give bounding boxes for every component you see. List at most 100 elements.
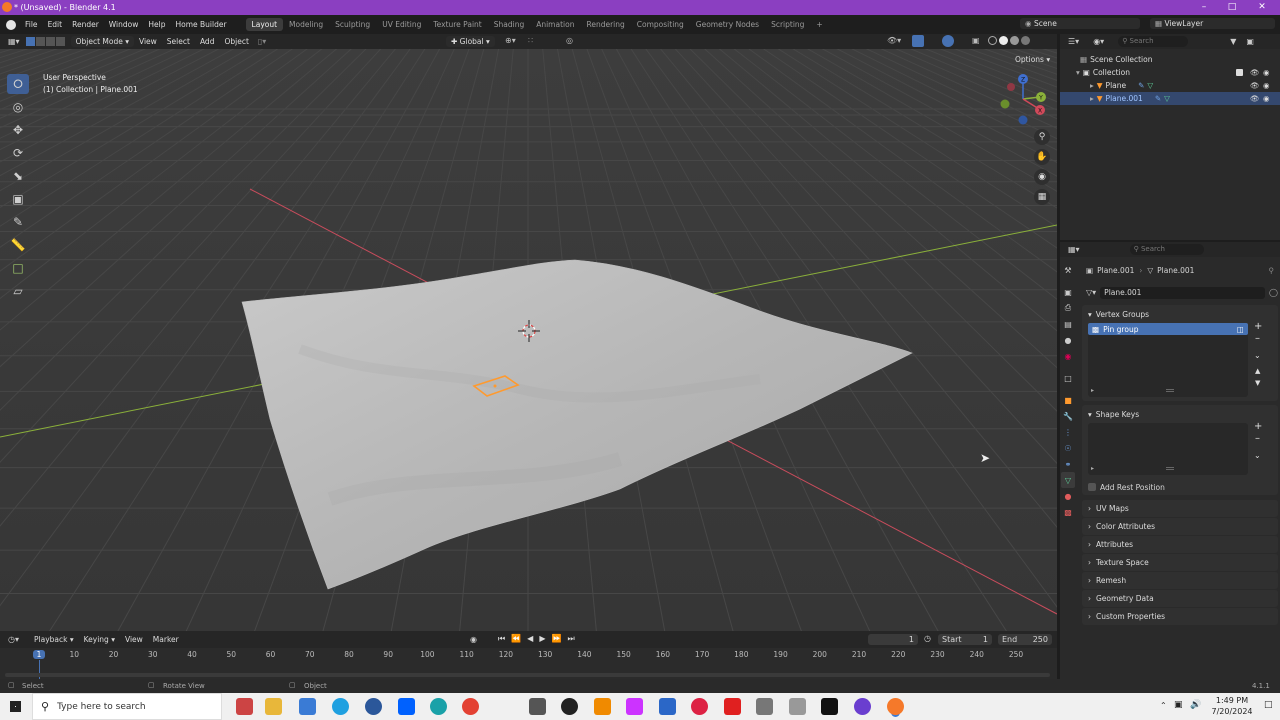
material-shading-icon[interactable] (1010, 36, 1019, 45)
add-rest-position-checkbox[interactable] (1088, 483, 1096, 491)
timeline-menu-playback[interactable]: Playback ▾ (29, 635, 79, 644)
rendered-shading-icon[interactable] (1021, 36, 1030, 45)
outliner-editor-icon[interactable]: ☰▾ (1068, 37, 1079, 46)
workspace-tab-animation[interactable]: Animation (530, 18, 580, 31)
mesh-name-field[interactable]: Plane.001 (1100, 286, 1266, 299)
section-attributes[interactable]: › Attributes (1082, 535, 1278, 553)
blender-menu-icon[interactable] (6, 19, 16, 30)
properties-search-input[interactable]: ⚲ Search (1129, 244, 1204, 255)
plane-001-render-icon[interactable]: ◉ (1263, 94, 1270, 103)
clock-date[interactable]: 7/20/2024 (1204, 707, 1260, 716)
app-icon-3[interactable] (299, 698, 316, 715)
tool-tab-icon[interactable]: ⚒ (1061, 262, 1075, 278)
vertex-groups-list[interactable]: ▩ Pin group ◫ ▸ (1088, 323, 1248, 397)
mesh-datablock-icon[interactable]: ▽▾ (1086, 288, 1096, 297)
shape-keys-header[interactable]: ▾ Shape Keys (1082, 405, 1278, 423)
move-down-icon[interactable]: ▼ (1255, 379, 1260, 387)
add-vertex-group-icon[interactable]: + (1254, 321, 1262, 332)
outliner-display-mode-icon[interactable]: ◉▾ (1093, 37, 1104, 46)
xray-icon[interactable]: ▣ (972, 36, 980, 45)
app-icon-4[interactable] (332, 698, 349, 715)
menu-render[interactable]: Render (67, 20, 104, 29)
cursor-tool-icon[interactable]: ◎ (7, 97, 29, 117)
pan-view-icon[interactable]: ✋ (1034, 149, 1050, 165)
object-mode-dropdown[interactable]: Object Mode ▾ (70, 36, 134, 47)
app-icon-9[interactable] (529, 698, 546, 715)
world-tab-icon[interactable]: ◉ (1061, 348, 1075, 364)
app-icon-12[interactable] (626, 698, 643, 715)
app-icon-13[interactable] (659, 698, 676, 715)
remove-vertex-group-icon[interactable]: – (1255, 333, 1260, 344)
editor-type-icon[interactable]: ▦▾ (8, 37, 20, 46)
select-box-tool-icon[interactable]: ⭘ (7, 74, 29, 94)
material-tab-icon[interactable]: ● (1061, 488, 1075, 504)
menu-home-builder[interactable]: Home Builder (170, 20, 231, 29)
viewport-menu-select[interactable]: Select (162, 37, 195, 46)
shear-tool-icon[interactable]: ▱ (7, 281, 29, 301)
timeline-menu-view[interactable]: View (120, 635, 148, 644)
word-icon[interactable] (365, 698, 382, 715)
menu-window[interactable]: Window (104, 20, 144, 29)
navigation-gizmo[interactable]: Z Y X (995, 71, 1055, 131)
workspace-tab-scripting[interactable]: Scripting (765, 18, 810, 31)
section-geometry-data[interactable]: › Geometry Data (1082, 589, 1278, 607)
shape-keys-list[interactable]: ▸ (1088, 423, 1248, 475)
taskbar-search-input[interactable]: ⚲ Type here to search (32, 693, 222, 720)
transform-tool-icon[interactable]: ▣ (7, 189, 29, 209)
timeline-scrollbar[interactable] (5, 673, 1050, 677)
tray-chevron-icon[interactable]: ⌃ (1160, 701, 1167, 710)
close-button[interactable]: ✕ (1248, 0, 1276, 15)
selection-mode-icons[interactable] (25, 37, 65, 46)
play-icon[interactable]: ▶ (539, 634, 545, 644)
move-up-icon[interactable]: ▲ (1255, 367, 1260, 375)
proportional-edit-icon[interactable]: ◎ (566, 36, 573, 45)
modifier-tab-icon[interactable]: 🔧 (1061, 408, 1075, 424)
collection-render-icon[interactable]: ◉ (1263, 68, 1270, 77)
zoom-view-icon[interactable]: ⚲ (1034, 129, 1050, 145)
vlc-icon[interactable] (594, 698, 611, 715)
vertex-group-item-pin-group[interactable]: ▩ Pin group ◫ (1088, 323, 1248, 335)
menu-file[interactable]: File (20, 20, 43, 29)
workspace-tab-layout[interactable]: Layout (245, 18, 284, 31)
physics-tab-icon[interactable]: ☉ (1061, 440, 1075, 456)
menu-edit[interactable]: Edit (43, 20, 68, 29)
section-custom-properties[interactable]: › Custom Properties (1082, 607, 1278, 625)
menu-help[interactable]: Help (143, 20, 170, 29)
app-icon-19[interactable] (854, 698, 871, 715)
texture-tab-icon[interactable]: ▩ (1061, 504, 1075, 520)
collection-visibility-icon[interactable]: 👁 (1250, 68, 1260, 77)
output-tab-icon[interactable]: ⎙ (1061, 300, 1075, 316)
start-frame-field[interactable]: Start 1 (938, 634, 992, 645)
add-workspace-icon[interactable]: + (810, 18, 828, 31)
blender-taskbar-icon[interactable] (887, 698, 904, 715)
expand-arrow-icon[interactable]: ▸ (1090, 81, 1094, 90)
fake-user-icon[interactable]: ◯ (1269, 288, 1278, 297)
maximize-button[interactable]: □ (1218, 0, 1246, 15)
collection-checkbox[interactable] (1236, 69, 1243, 76)
plane-render-icon[interactable]: ◉ (1263, 81, 1270, 90)
app-icon-14[interactable] (691, 698, 708, 715)
app-icon-10[interactable] (561, 698, 578, 715)
workspace-tab-rendering[interactable]: Rendering (580, 18, 630, 31)
gizmo-toggle-icon[interactable] (912, 35, 924, 47)
minimize-button[interactable]: – (1190, 0, 1218, 15)
remove-shape-key-icon[interactable]: – (1255, 433, 1260, 444)
workspace-tab-modeling[interactable]: Modeling (283, 18, 329, 31)
properties-editor-icon[interactable]: ▦▾ (1068, 245, 1080, 254)
rotate-tool-icon[interactable]: ⟳ (7, 143, 29, 163)
add-shape-key-icon[interactable]: + (1254, 421, 1262, 432)
scene-selector[interactable]: ◉ Scene (1020, 18, 1140, 29)
file-explorer-icon[interactable] (265, 698, 282, 715)
mesh-data-tab-icon[interactable]: ▽ (1061, 472, 1075, 488)
particles-tab-icon[interactable]: ⋮ (1061, 424, 1075, 440)
pin-icon[interactable]: ⚲ (1269, 266, 1275, 275)
viewport-menu-view[interactable]: View (134, 37, 162, 46)
network-icon[interactable]: ▣ (1174, 700, 1183, 710)
workspace-tab-uv-editing[interactable]: UV Editing (376, 18, 427, 31)
current-frame-field[interactable]: 1 (868, 634, 918, 645)
viewport-menu-object[interactable]: Object (219, 37, 253, 46)
transform-orientation-dropdown[interactable]: ✚ Global ▾ (446, 36, 495, 47)
auto-keying-icon[interactable]: ◉ (470, 635, 477, 644)
annotate-tool-icon[interactable]: ✎ (7, 212, 29, 232)
timeline-menu-marker[interactable]: Marker (148, 635, 184, 644)
